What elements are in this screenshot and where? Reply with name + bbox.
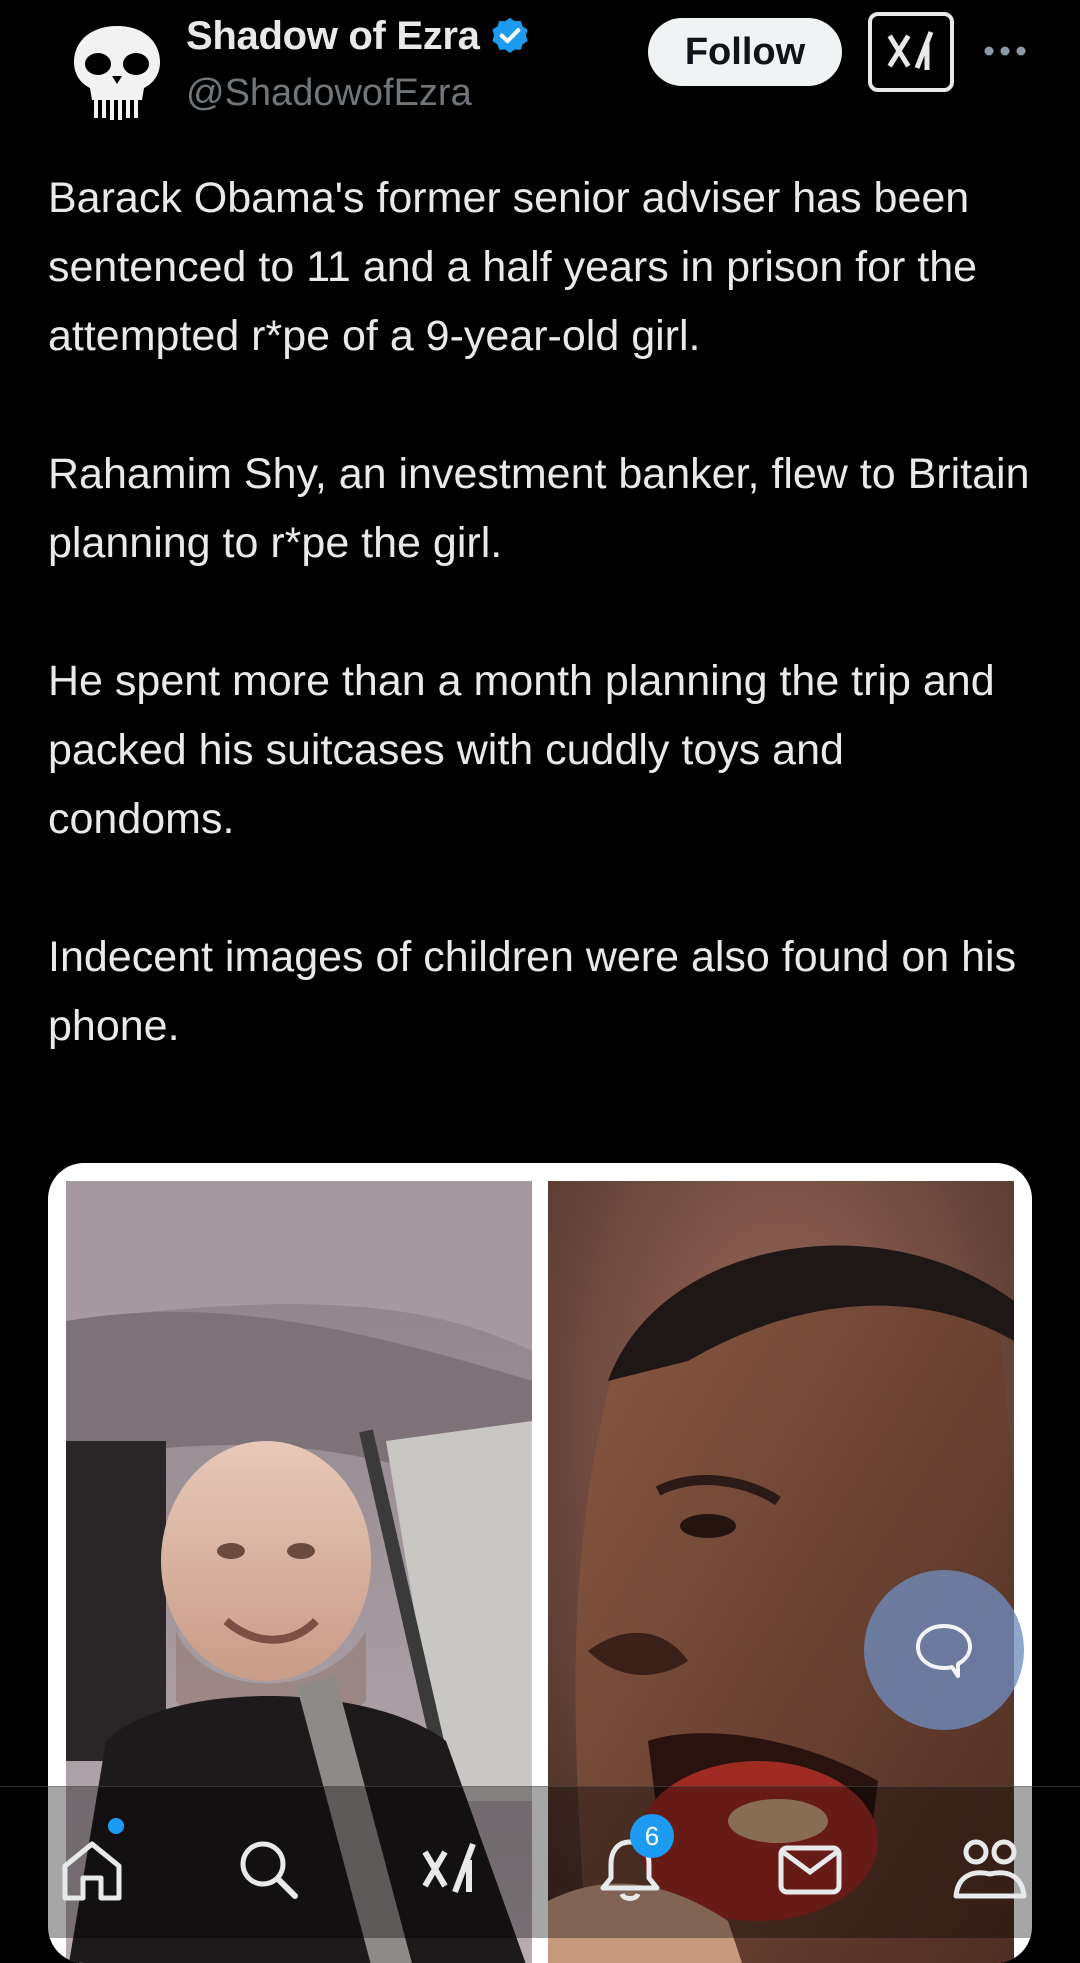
follow-button[interactable]: Follow xyxy=(648,18,842,86)
communities-icon xyxy=(953,1839,1027,1899)
home-unread-dot xyxy=(108,1818,124,1834)
tweet-paragraph: Barack Obama's former senior adviser has… xyxy=(48,174,978,360)
messages-icon xyxy=(778,1845,842,1895)
grok-button[interactable] xyxy=(868,12,954,92)
bottom-navigation xyxy=(0,1786,1080,1938)
grok-icon xyxy=(422,1842,476,1894)
author-display-name[interactable]: Shadow of Ezra xyxy=(186,14,480,59)
search-icon xyxy=(240,1841,298,1899)
more-options-button[interactable] xyxy=(980,26,1030,76)
nav-search[interactable] xyxy=(228,1829,308,1909)
more-dots-icon xyxy=(984,46,1026,56)
tweet-paragraph: Rahamim Shy, an investment banker, flew … xyxy=(48,450,1030,567)
verified-badge-icon xyxy=(492,17,528,53)
author-name-row[interactable]: Shadow of Ezra xyxy=(186,14,532,59)
tweet-paragraph: He spent more than a month planning the … xyxy=(48,657,995,843)
nav-communities[interactable] xyxy=(950,1829,1030,1909)
nav-messages[interactable] xyxy=(770,1829,850,1909)
avatar[interactable] xyxy=(62,20,172,120)
tweet-text: Barack Obama's former senior adviser has… xyxy=(48,164,1038,1061)
compose-reply-icon xyxy=(916,1624,972,1678)
tweet-header: Shadow of Ezra @ShadowofEzra Follow xyxy=(0,0,1080,130)
grok-icon xyxy=(887,31,934,70)
author-handle[interactable]: @ShadowofEzra xyxy=(186,72,472,115)
tweet-paragraph: Indecent images of children were also fo… xyxy=(48,933,1017,1050)
nav-home[interactable] xyxy=(52,1829,132,1909)
punisher-skull-icon xyxy=(74,26,160,120)
home-icon xyxy=(62,1841,122,1901)
notifications-badge: 6 xyxy=(630,1814,674,1858)
nav-grok[interactable] xyxy=(410,1829,490,1909)
reply-fab-button[interactable] xyxy=(864,1570,1024,1730)
